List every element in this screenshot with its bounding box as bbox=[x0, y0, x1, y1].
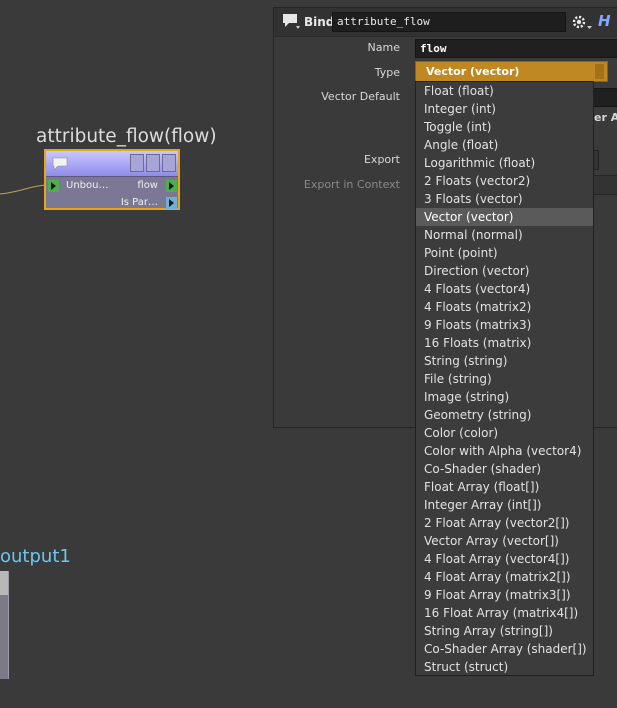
node-flag-display[interactable] bbox=[162, 154, 176, 172]
type-menu-item[interactable]: Float Array (float[]) bbox=[416, 478, 593, 496]
type-menu-item[interactable]: Point (point) bbox=[416, 244, 593, 262]
type-menu-item[interactable]: 16 Floats (matrix) bbox=[416, 334, 593, 352]
partial-label: er At bbox=[594, 111, 617, 124]
node-flag-bypass[interactable] bbox=[130, 154, 144, 172]
bind-label: Bind bbox=[304, 15, 335, 29]
type-menu-item[interactable]: 4 Floats (vector4) bbox=[416, 280, 593, 298]
type-dropdown-menu[interactable]: Float (float) Integer (int) Toggle (int) An… bbox=[415, 81, 594, 676]
node-row-output: Is Par… bbox=[46, 196, 178, 212]
type-label: Type bbox=[374, 66, 400, 79]
type-menu-item[interactable]: Toggle (int) bbox=[416, 118, 593, 136]
type-menu-item[interactable]: Image (string) bbox=[416, 388, 593, 406]
type-menu-item[interactable]: Geometry (string) bbox=[416, 406, 593, 424]
type-menu-item[interactable]: Color (color) bbox=[416, 424, 593, 442]
type-menu-item[interactable]: 9 Floats (matrix3) bbox=[416, 316, 593, 334]
type-menu-item[interactable]: Normal (normal) bbox=[416, 226, 593, 244]
type-select-value: Vector (vector) bbox=[426, 65, 520, 78]
output-port-icon-2[interactable] bbox=[166, 197, 177, 209]
name-field[interactable]: flow bbox=[415, 39, 617, 58]
type-menu-item[interactable]: Float (float) bbox=[416, 82, 593, 100]
comment-icon[interactable] bbox=[282, 13, 302, 31]
type-menu-item[interactable]: 3 Floats (vector) bbox=[416, 190, 593, 208]
type-menu-item[interactable]: 16 Float Array (matrix4[]) bbox=[416, 604, 593, 622]
bind-name-field[interactable]: attribute_flow bbox=[332, 12, 566, 32]
output-node-header[interactable] bbox=[0, 571, 8, 595]
help-icon[interactable]: H bbox=[598, 12, 611, 30]
type-menu-item[interactable]: Co-Shader Array (shader[]) bbox=[416, 640, 593, 658]
node-input-label: Unbou… bbox=[66, 180, 109, 191]
attribute-node[interactable]: Unbou… flow Is Par… bbox=[44, 149, 180, 210]
node-output-label: flow bbox=[137, 180, 158, 191]
type-menu-item[interactable]: 4 Float Array (vector4[]) bbox=[416, 550, 593, 568]
type-menu-item[interactable]: Co-Shader (shader) bbox=[416, 460, 593, 478]
output-node[interactable] bbox=[0, 571, 9, 679]
type-menu-item[interactable]: 9 Float Array (matrix3[]) bbox=[416, 586, 593, 604]
output-port-icon[interactable] bbox=[166, 180, 177, 192]
node-title: attribute_flow(flow) bbox=[36, 126, 217, 147]
node-flag-lock[interactable] bbox=[146, 154, 160, 172]
type-select[interactable]: Vector (vector) bbox=[415, 61, 608, 82]
vector-default-label: Vector Default bbox=[321, 90, 400, 103]
type-menu-item[interactable]: Vector Array (vector[]) bbox=[416, 532, 593, 550]
name-label: Name bbox=[367, 41, 400, 54]
gear-icon[interactable] bbox=[571, 13, 593, 31]
output-node-title: output1 bbox=[0, 546, 71, 567]
type-menu-item[interactable]: Integer Array (int[]) bbox=[416, 496, 593, 514]
type-menu-item[interactable]: Vector (vector) bbox=[416, 208, 593, 226]
type-menu-item[interactable]: 4 Floats (matrix2) bbox=[416, 298, 593, 316]
comment-icon[interactable] bbox=[52, 157, 68, 171]
type-menu-item[interactable]: Integer (int) bbox=[416, 100, 593, 118]
type-menu-item[interactable]: Direction (vector) bbox=[416, 262, 593, 280]
node-header[interactable] bbox=[46, 151, 178, 177]
export-label: Export bbox=[363, 153, 400, 166]
type-menu-item[interactable]: String (string) bbox=[416, 352, 593, 370]
updown-arrows-icon bbox=[595, 64, 604, 79]
type-menu-item[interactable]: String Array (string[]) bbox=[416, 622, 593, 640]
type-menu-item[interactable]: Logarithmic (float) bbox=[416, 154, 593, 172]
export-in-context-label: Export in Context bbox=[303, 178, 400, 191]
type-menu-item[interactable]: 4 Float Array (matrix2[]) bbox=[416, 568, 593, 586]
dialog-header: Bind attribute_flow H bbox=[274, 8, 617, 37]
node-row-input: Unbou… flow bbox=[46, 179, 178, 195]
type-menu-item[interactable]: 2 Floats (vector2) bbox=[416, 172, 593, 190]
node-input-wire bbox=[0, 184, 46, 195]
type-menu-item[interactable]: Struct (struct) bbox=[416, 658, 593, 676]
type-menu-item[interactable]: 2 Float Array (vector2[]) bbox=[416, 514, 593, 532]
node-output-label-2: Is Par… bbox=[120, 197, 158, 208]
type-menu-item[interactable]: File (string) bbox=[416, 370, 593, 388]
type-menu-item[interactable]: Angle (float) bbox=[416, 136, 593, 154]
type-menu-item[interactable]: Color with Alpha (vector4) bbox=[416, 442, 593, 460]
input-port-icon[interactable] bbox=[48, 180, 59, 192]
